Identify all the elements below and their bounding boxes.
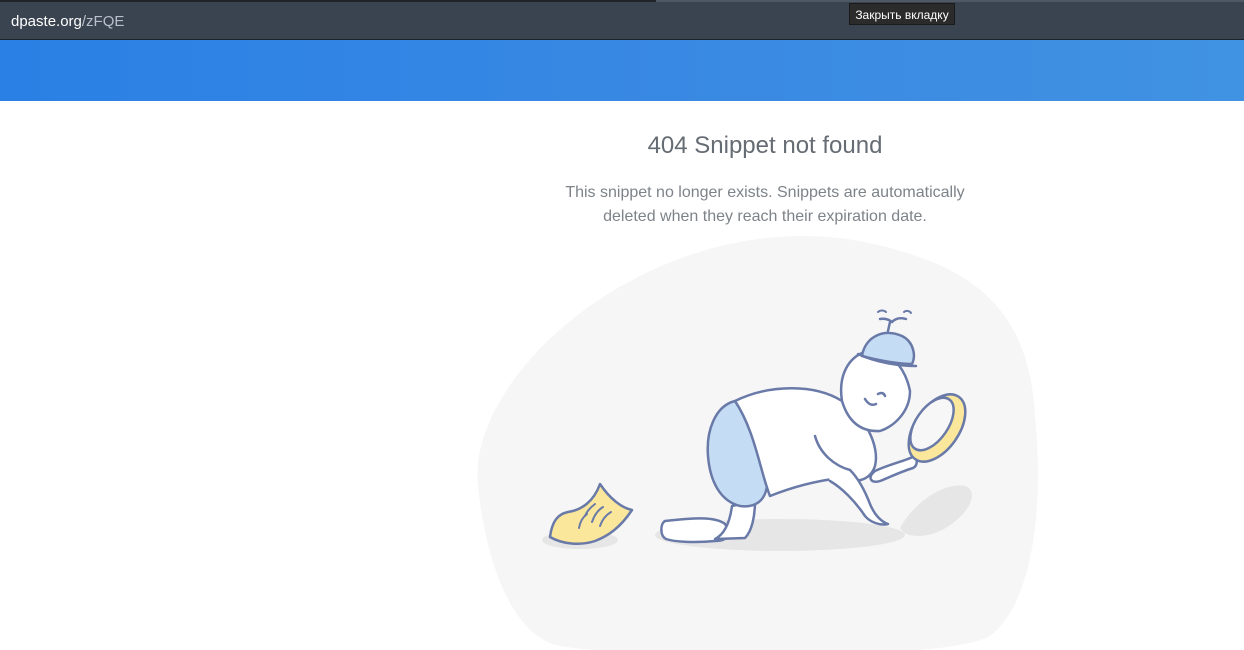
url-path: /zFQE xyxy=(81,13,125,30)
browser-address-bar: dpaste.org/zFQE Закрыть вкладку xyxy=(0,0,1244,40)
url-domain: dpaste.org xyxy=(11,13,82,30)
site-header-banner xyxy=(0,40,1244,101)
not-found-illustration xyxy=(477,236,1038,650)
url-field[interactable]: dpaste.org/zFQE xyxy=(11,13,124,31)
description-line-1: This snippet no longer exists. Snippets … xyxy=(565,184,965,201)
page-title: 404 Snippet not found xyxy=(647,132,883,159)
tab-strip-shade xyxy=(656,0,1244,2)
main-content: 404 Snippet not found This snippet no lo… xyxy=(0,101,1244,650)
close-tab-tooltip: Закрыть вкладку xyxy=(849,3,955,25)
